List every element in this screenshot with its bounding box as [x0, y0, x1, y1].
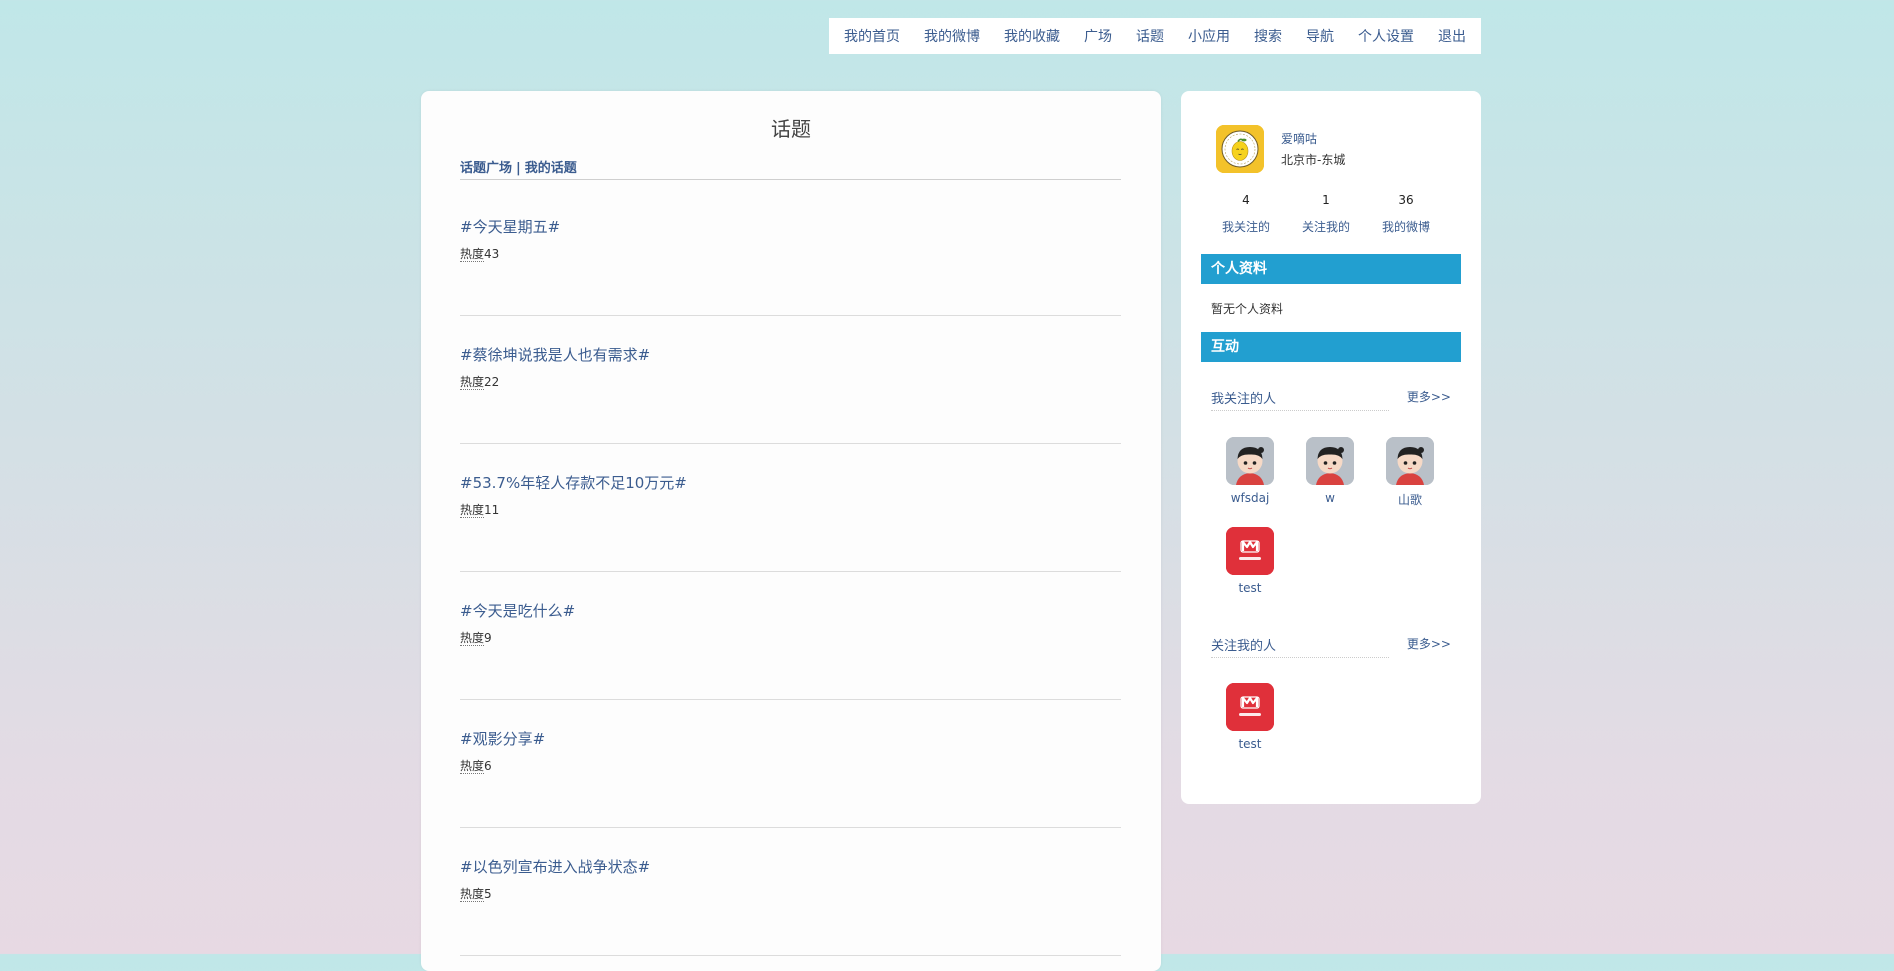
stat-weibo-label[interactable]: 我的微博 — [1366, 218, 1446, 235]
following-user-name[interactable]: 山歌 — [1370, 491, 1450, 508]
topic-title-link[interactable]: #53.7%年轻人存款不足10万元# — [460, 472, 687, 493]
topic-heat: 热度22 — [460, 373, 499, 390]
heat-value: 9 — [484, 631, 492, 645]
profile-sidebar: 爱嘀咕 北京市-东城 4 我关注的 1 关注我的 36 我的微博 个人资料 暂无… — [1181, 91, 1481, 804]
stat-followers[interactable]: 1 关注我的 — [1286, 193, 1366, 235]
mr-wong-logo-icon — [1226, 527, 1274, 575]
profile-location: 北京市-东城 — [1281, 153, 1346, 167]
following-user-name[interactable]: w — [1290, 491, 1370, 505]
follower-user[interactable]: test — [1210, 683, 1290, 751]
nav-favorites[interactable]: 我的收藏 — [1004, 26, 1060, 46]
topic-heat: 热度43 — [460, 245, 499, 262]
heat-label: 热度 — [460, 631, 485, 646]
nav-home[interactable]: 我的首页 — [844, 26, 900, 46]
heat-value: 11 — [484, 503, 500, 517]
personal-info-header: 个人资料 — [1201, 254, 1461, 284]
personal-info-empty: 暂无个人资料 — [1211, 302, 1284, 316]
stat-following-label[interactable]: 我关注的 — [1206, 218, 1286, 235]
topic-heat: 热度6 — [460, 757, 492, 774]
mr-wong-logo-icon — [1226, 683, 1274, 731]
interaction-header: 互动 — [1201, 332, 1461, 362]
cartoon-boy-icon — [1226, 437, 1274, 485]
stat-weibo[interactable]: 36 我的微博 — [1366, 193, 1446, 235]
cartoon-boy-icon — [1306, 437, 1354, 485]
top-navigation: 我的首页 我的微博 我的收藏 广场 话题 小应用 搜索 导航 个人设置 退出 — [829, 18, 1481, 54]
profile-stats: 4 我关注的 1 关注我的 36 我的微博 — [1206, 193, 1446, 235]
topic-list: #今天星期五# 热度43 #蔡徐坤说我是人也有需求# 热度22 #53.7%年轻… — [460, 188, 1121, 956]
topic-title-link[interactable]: #以色列宣布进入战争状态# — [460, 856, 650, 877]
heat-value: 43 — [484, 247, 500, 261]
stat-following[interactable]: 4 我关注的 — [1206, 193, 1286, 235]
heat-value: 6 — [484, 759, 492, 773]
nav-topics[interactable]: 话题 — [1136, 26, 1164, 46]
nav-search[interactable]: 搜索 — [1254, 26, 1282, 46]
page-title: 话题 — [771, 117, 811, 141]
topic-item: #今天星期五# 热度43 — [460, 188, 1121, 316]
topic-title-link[interactable]: #蔡徐坤说我是人也有需求# — [460, 344, 650, 365]
heat-label: 热度 — [460, 375, 485, 390]
subnav-separator: | — [516, 161, 521, 176]
topic-item: #今天是吃什么# 热度9 — [460, 572, 1121, 700]
nav-my-weibo[interactable]: 我的微博 — [924, 26, 980, 46]
follower-user-name[interactable]: test — [1210, 737, 1290, 751]
topic-heat: 热度5 — [460, 885, 492, 902]
following-title: 我关注的人 — [1211, 388, 1389, 411]
nav-navigation[interactable]: 导航 — [1306, 26, 1334, 46]
nav-settings[interactable]: 个人设置 — [1358, 26, 1414, 46]
following-user-name[interactable]: test — [1210, 581, 1290, 595]
my-topics-link[interactable]: 我的话题 — [525, 161, 577, 176]
following-user[interactable]: w — [1290, 437, 1370, 505]
heat-label: 热度 — [460, 247, 485, 262]
following-user[interactable]: wfsdaj — [1210, 437, 1290, 505]
followers-title: 关注我的人 — [1211, 635, 1389, 658]
stat-weibo-count: 36 — [1398, 193, 1414, 207]
cartoon-boy-icon — [1386, 437, 1434, 485]
following-more-link[interactable]: 更多>> — [1407, 388, 1451, 405]
following-user[interactable]: test — [1210, 527, 1290, 595]
followers-more-link[interactable]: 更多>> — [1407, 635, 1451, 652]
topic-item: #53.7%年轻人存款不足10万元# 热度11 — [460, 444, 1121, 572]
nav-logout[interactable]: 退出 — [1438, 26, 1466, 46]
following-user-name[interactable]: wfsdaj — [1210, 491, 1290, 505]
topic-heat: 热度11 — [460, 501, 499, 518]
topic-square-link[interactable]: 话题广场 — [460, 161, 512, 176]
heat-value: 5 — [484, 887, 492, 901]
profile-name-link[interactable]: 爱嘀咕 — [1281, 130, 1317, 147]
nav-square[interactable]: 广场 — [1084, 26, 1112, 46]
stat-followers-label[interactable]: 关注我的 — [1286, 218, 1366, 235]
lemon-avatar-icon[interactable] — [1216, 125, 1264, 173]
topics-panel: 话题 话题广场 | 我的话题 #今天星期五# 热度43 #蔡徐坤说我是人也有需求# … — [421, 91, 1161, 971]
topic-title-link[interactable]: #今天是吃什么# — [460, 600, 575, 621]
topic-item: #以色列宣布进入战争状态# 热度5 — [460, 828, 1121, 956]
topic-heat: 热度9 — [460, 629, 492, 646]
stat-followers-count: 1 — [1322, 193, 1330, 207]
heat-label: 热度 — [460, 759, 485, 774]
topic-title-link[interactable]: #观影分享# — [460, 728, 545, 749]
following-user[interactable]: 山歌 — [1370, 437, 1450, 508]
heat-value: 22 — [484, 375, 500, 389]
heat-label: 热度 — [460, 887, 485, 902]
heat-label: 热度 — [460, 503, 485, 518]
nav-apps[interactable]: 小应用 — [1188, 26, 1230, 46]
stat-following-count: 4 — [1242, 193, 1250, 207]
topic-item: #观影分享# 热度6 — [460, 700, 1121, 828]
following-group-header: 我关注的人 更多>> — [1211, 388, 1451, 411]
topic-subnav: 话题广场 | 我的话题 — [460, 157, 1121, 180]
topic-title-link[interactable]: #今天星期五# — [460, 216, 560, 237]
topic-item: #蔡徐坤说我是人也有需求# 热度22 — [460, 316, 1121, 444]
followers-group-header: 关注我的人 更多>> — [1211, 635, 1451, 658]
